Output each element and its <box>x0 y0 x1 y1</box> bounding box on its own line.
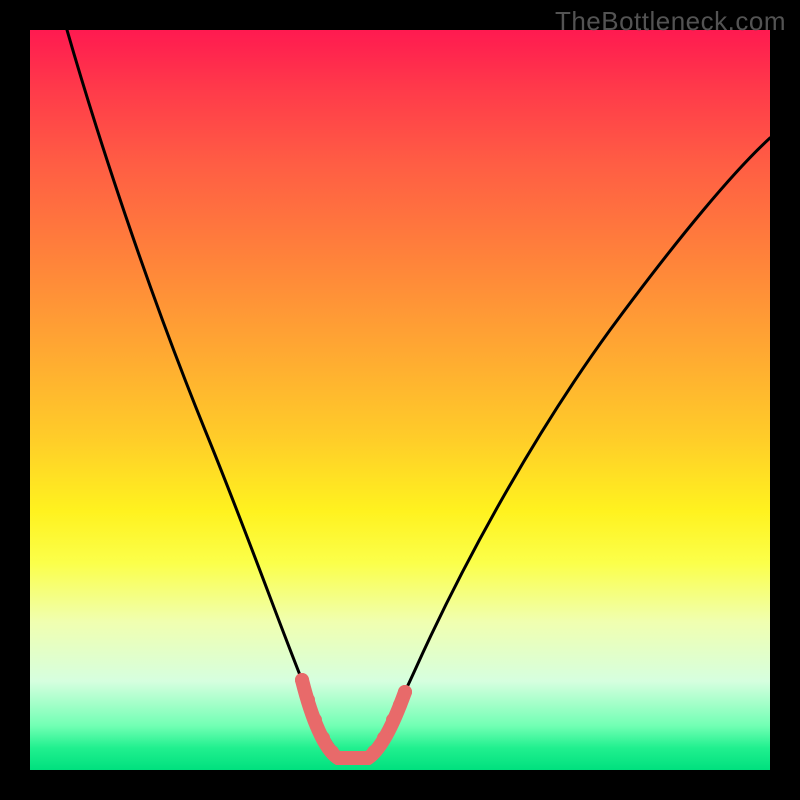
highlight-dot <box>393 698 407 712</box>
curve-svg <box>30 30 770 770</box>
highlight-dot <box>308 713 322 727</box>
highlight-dot <box>367 745 381 759</box>
highlight-dot <box>295 673 309 687</box>
watermark-label: TheBottleneck.com <box>555 6 786 37</box>
highlight-dot <box>325 745 339 759</box>
highlight-dot <box>386 713 400 727</box>
highlight-dot <box>301 693 315 707</box>
bottleneck-curve-path <box>67 30 770 758</box>
chart-frame: TheBottleneck.com <box>0 0 800 800</box>
highlight-dot <box>377 731 391 745</box>
highlight-dot <box>316 731 330 745</box>
plot-area <box>30 30 770 770</box>
highlight-dot <box>398 685 412 699</box>
